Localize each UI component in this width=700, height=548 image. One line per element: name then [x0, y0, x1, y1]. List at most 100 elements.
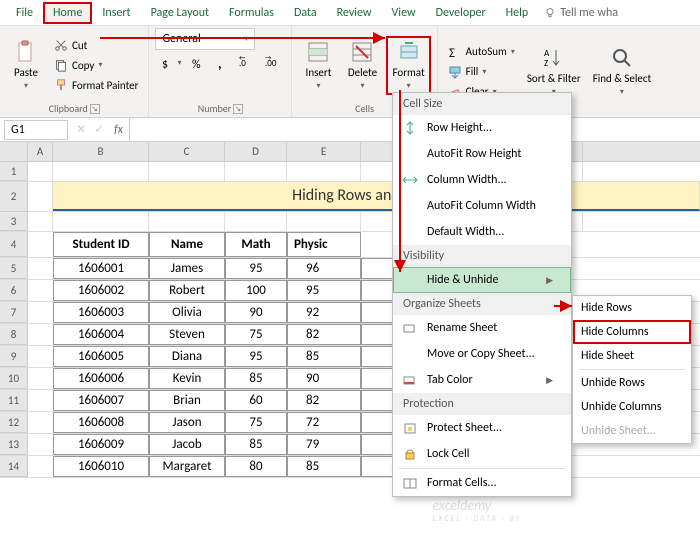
row-header[interactable]: 7 — [0, 302, 28, 323]
row-header[interactable]: 9 — [0, 346, 28, 367]
menu-hide-sheet[interactable]: Hide Sheet — [573, 344, 691, 368]
accept-formula-icon[interactable]: ✓ — [90, 122, 108, 137]
row-header[interactable]: 10 — [0, 368, 28, 389]
row-header[interactable]: 1 — [0, 162, 28, 181]
cut-button[interactable]: Cut — [50, 36, 142, 54]
number-launcher[interactable]: ↘ — [233, 104, 243, 114]
fill-button[interactable]: Fill▾ — [444, 63, 519, 81]
menu-autofit-col[interactable]: AutoFit Column Width — [393, 193, 571, 219]
cell[interactable]: 95 — [287, 280, 361, 301]
menu-protect-sheet[interactable]: Protect Sheet... — [393, 415, 571, 441]
row-header[interactable]: 5 — [0, 258, 28, 279]
name-box[interactable]: G1 — [4, 120, 68, 140]
cell[interactable]: 90 — [287, 368, 361, 389]
cell[interactable]: 95 — [225, 258, 287, 279]
menu-hide-unhide[interactable]: Hide & Unhide▶ — [393, 267, 571, 293]
cell[interactable]: 60 — [225, 390, 287, 411]
copy-button[interactable]: Copy▾ — [50, 56, 142, 74]
col-header-b[interactable]: B — [53, 142, 149, 161]
cell[interactable]: James — [149, 258, 225, 279]
cell[interactable]: 1606010 — [53, 456, 149, 477]
cell[interactable]: Steven — [149, 324, 225, 345]
number-format-select[interactable]: General ▾ — [155, 28, 255, 50]
menu-row-height[interactable]: Row Height... — [393, 115, 571, 141]
tab-insert[interactable]: Insert — [92, 2, 140, 24]
table-header[interactable]: Math — [225, 232, 287, 257]
cell[interactable]: 85 — [287, 346, 361, 367]
row-header[interactable]: 4 — [0, 232, 28, 257]
cell[interactable]: 1606003 — [53, 302, 149, 323]
paste-button[interactable]: Paste ▾ — [6, 36, 46, 95]
clipboard-launcher[interactable]: ↘ — [90, 104, 100, 114]
title-cell[interactable]: Hiding Rows and Columns — [53, 182, 700, 211]
tab-home[interactable]: Home — [43, 2, 92, 24]
cell[interactable]: 79 — [287, 434, 361, 455]
col-header-d[interactable]: D — [225, 142, 287, 161]
comma-button[interactable]: , — [211, 54, 233, 72]
tab-formulas[interactable]: Formulas — [219, 2, 284, 24]
tab-data[interactable]: Data — [284, 2, 327, 24]
cell[interactable]: 90 — [225, 302, 287, 323]
menu-hide-columns[interactable]: Hide Columns — [573, 320, 691, 344]
row-header[interactable]: 3 — [0, 212, 28, 231]
insert-cells-button[interactable]: Insert▾ — [298, 36, 338, 95]
cell[interactable]: 1606008 — [53, 412, 149, 433]
cell[interactable]: 92 — [287, 302, 361, 323]
decrease-decimal-button[interactable]: .00→ — [261, 54, 285, 72]
cell[interactable]: 1606004 — [53, 324, 149, 345]
cell[interactable]: 1606009 — [53, 434, 149, 455]
cell[interactable]: 95 — [225, 346, 287, 367]
cell[interactable]: 72 — [287, 412, 361, 433]
delete-cells-button[interactable]: Delete▾ — [342, 36, 382, 95]
cell[interactable]: 80 — [225, 456, 287, 477]
accounting-button[interactable]: $▾ — [155, 54, 185, 72]
col-header-a[interactable]: A — [28, 142, 53, 161]
col-header-e[interactable]: E — [287, 142, 361, 161]
cell[interactable]: 85 — [225, 368, 287, 389]
table-header[interactable]: Student ID — [53, 232, 149, 257]
cell[interactable]: Margaret — [149, 456, 225, 477]
row-header[interactable]: 8 — [0, 324, 28, 345]
tab-page-layout[interactable]: Page Layout — [141, 2, 219, 24]
cell[interactable]: 85 — [287, 456, 361, 477]
format-cells-button[interactable]: Format▾ — [386, 36, 430, 95]
cell[interactable]: 85 — [225, 434, 287, 455]
format-painter-button[interactable]: Format Painter — [50, 76, 142, 94]
cell[interactable]: Diana — [149, 346, 225, 367]
cell[interactable]: 1606006 — [53, 368, 149, 389]
col-header-c[interactable]: C — [149, 142, 225, 161]
tab-developer[interactable]: Developer — [426, 2, 496, 24]
cell[interactable]: 82 — [287, 324, 361, 345]
row-header[interactable]: 12 — [0, 412, 28, 433]
cell[interactable]: 96 — [287, 258, 361, 279]
cell[interactable]: Jason — [149, 412, 225, 433]
cell[interactable]: 75 — [225, 324, 287, 345]
percent-button[interactable]: % — [187, 54, 209, 72]
cell[interactable]: 1606005 — [53, 346, 149, 367]
find-select-button[interactable]: Find & Select▾ — [589, 42, 655, 101]
menu-default-width[interactable]: Default Width... — [393, 219, 571, 245]
cell[interactable]: Olivia — [149, 302, 225, 323]
select-all-corner[interactable] — [0, 142, 28, 161]
menu-tab-color[interactable]: Tab Color▶ — [393, 367, 571, 393]
row-header[interactable]: 13 — [0, 434, 28, 455]
cancel-formula-icon[interactable]: ✕ — [72, 122, 90, 137]
row-header[interactable]: 2 — [0, 182, 28, 212]
row-header[interactable]: 14 — [0, 456, 28, 477]
menu-format-cells[interactable]: Format Cells... — [393, 470, 571, 496]
tab-file[interactable]: File — [6, 2, 43, 24]
cell[interactable]: Jacob — [149, 434, 225, 455]
cell[interactable]: Brian — [149, 390, 225, 411]
menu-lock-cell[interactable]: Lock Cell — [393, 441, 571, 467]
menu-unhide-rows[interactable]: Unhide Rows — [573, 371, 691, 395]
table-header[interactable]: Name — [149, 232, 225, 257]
tab-view[interactable]: View — [382, 2, 426, 24]
cell[interactable]: 75 — [225, 412, 287, 433]
row-header[interactable]: 11 — [0, 390, 28, 411]
tab-help[interactable]: Help — [496, 2, 539, 24]
menu-move-copy[interactable]: Move or Copy Sheet... — [393, 341, 571, 367]
cell[interactable]: 1606001 — [53, 258, 149, 279]
cell[interactable]: 1606007 — [53, 390, 149, 411]
cell[interactable]: 1606002 — [53, 280, 149, 301]
menu-rename-sheet[interactable]: Rename Sheet — [393, 315, 571, 341]
